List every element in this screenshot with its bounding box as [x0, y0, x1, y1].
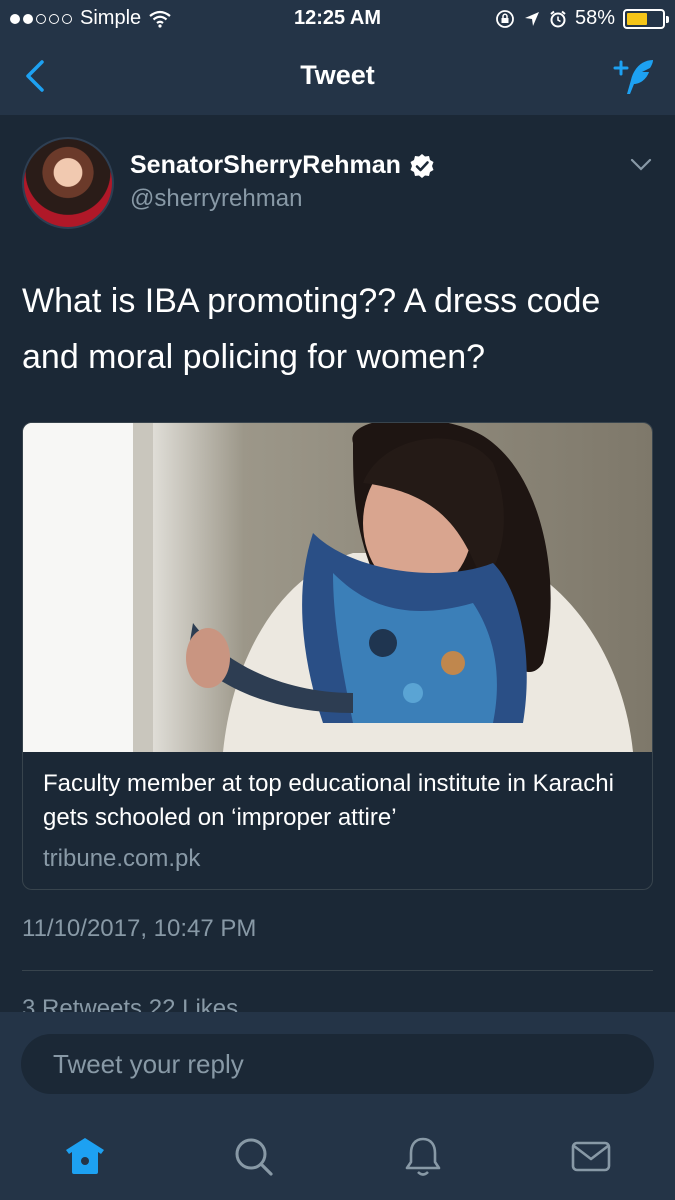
verified-badge-icon — [410, 153, 434, 178]
author-row: SenatorSherryRehman — [130, 151, 435, 180]
card-image — [23, 423, 652, 752]
alarm-icon — [550, 10, 566, 27]
card-domain: tribune.com.pk — [43, 845, 201, 872]
tweet-text: What is IBA promoting?? A dress code and… — [22, 282, 601, 376]
orientation-lock-icon — [496, 9, 514, 28]
battery-percent: 58% — [574, 7, 615, 29]
reply-input[interactable] — [21, 1034, 654, 1094]
status-bar: Simple 12:25 AM 58% — [0, 0, 675, 38]
chevron-down-icon[interactable] — [629, 157, 653, 173]
author-name[interactable]: SenatorSherryRehman — [130, 151, 401, 180]
author-handle[interactable]: @sherryrehman — [130, 185, 302, 213]
avatar[interactable] — [22, 137, 114, 229]
search-icon[interactable] — [231, 1134, 275, 1178]
compose-tweet-icon[interactable] — [611, 54, 657, 98]
battery-level — [627, 12, 647, 25]
page-title: Tweet — [300, 60, 375, 90]
reply-bar — [0, 1012, 675, 1110]
status-right: 58% — [495, 7, 669, 30]
battery-icon — [623, 8, 669, 29]
top-bar: Simple 12:25 AM 58% Tweet — [0, 0, 675, 115]
home-icon[interactable] — [63, 1134, 107, 1178]
link-card[interactable]: Faculty member at top educational instit… — [22, 422, 653, 890]
bell-icon[interactable] — [401, 1134, 445, 1178]
location-icon — [524, 11, 539, 26]
envelope-icon[interactable] — [569, 1134, 613, 1178]
tweet-timestamp: 11/10/2017, 10:47 PM — [22, 915, 257, 942]
divider — [22, 970, 653, 971]
card-text: Faculty member at top educational instit… — [43, 767, 638, 873]
nav-bar: Tweet — [0, 38, 675, 115]
card-title: Faculty member at top educational instit… — [43, 770, 614, 831]
tab-bar — [0, 1110, 675, 1200]
